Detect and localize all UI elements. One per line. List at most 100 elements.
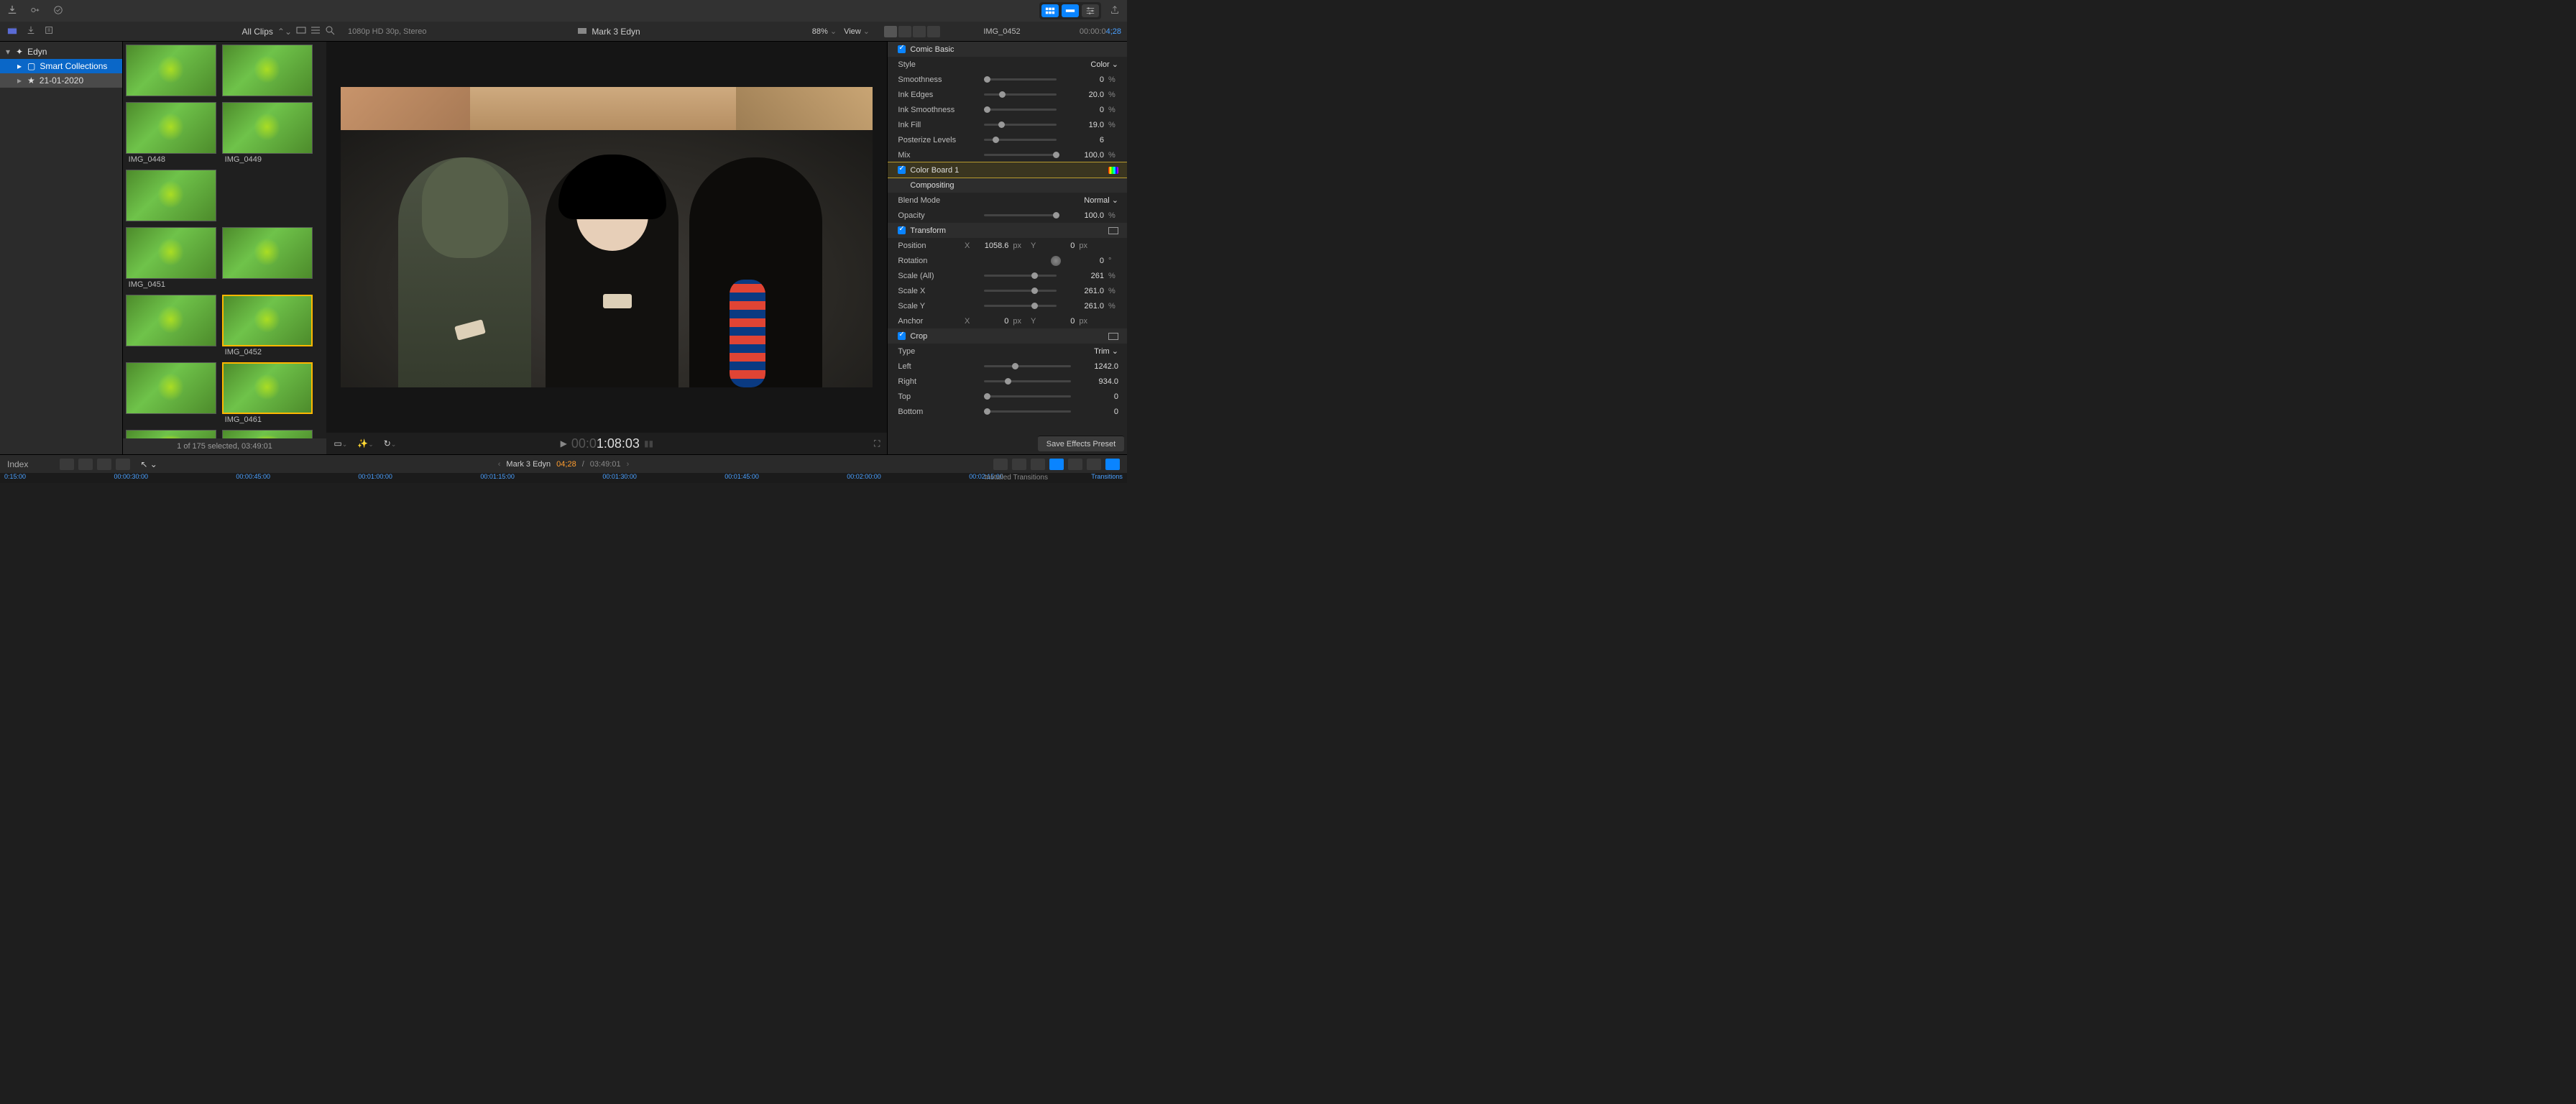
clip-thumbnail[interactable]: [222, 45, 313, 96]
clip-thumbnail[interactable]: [222, 227, 313, 279]
clapperboard-icon[interactable]: [7, 25, 17, 37]
workspace-switcher[interactable]: [1039, 2, 1101, 19]
crop-top-slider[interactable]: [984, 395, 1071, 397]
timeline-ruler[interactable]: 0:15:00 00:00:30:00 00:00:45:00 00:01:00…: [0, 473, 1127, 483]
onscreen-controls-icon[interactable]: [1108, 227, 1118, 234]
audio-inspector-tab[interactable]: [913, 26, 926, 37]
param-value[interactable]: 0: [1080, 392, 1118, 401]
scale-y-slider[interactable]: [984, 305, 1057, 307]
section-enable-checkbox[interactable]: [898, 226, 906, 234]
disclosure-triangle-icon[interactable]: ▾: [6, 47, 12, 57]
anchor-x-value[interactable]: 0: [974, 317, 1008, 326]
import-icon[interactable]: [26, 25, 36, 37]
style-dropdown[interactable]: Color ⌄: [1090, 60, 1118, 69]
clip-thumbnail[interactable]: [126, 102, 216, 154]
clip-thumbnail[interactable]: [222, 362, 313, 414]
view-dropdown[interactable]: View ⌄: [844, 27, 870, 36]
onscreen-controls-icon[interactable]: [1108, 333, 1118, 340]
save-effects-preset-button[interactable]: Save Effects Preset: [1038, 436, 1124, 451]
mix-slider[interactable]: [984, 154, 1057, 156]
color-inspector-tab[interactable]: [898, 26, 911, 37]
clip-thumbnail[interactable]: [126, 295, 216, 346]
crop-section[interactable]: Crop: [888, 328, 1127, 344]
clip-thumbnail[interactable]: [126, 45, 216, 96]
viewer-canvas[interactable]: [326, 42, 887, 433]
skimming-icon[interactable]: [993, 459, 1008, 470]
library-root[interactable]: ▾ ✦ Edyn: [0, 45, 122, 59]
audio-skim-icon[interactable]: [1012, 459, 1026, 470]
play-button[interactable]: ▶: [561, 438, 567, 448]
transitions-label[interactable]: Installed Transitions: [985, 474, 1048, 482]
filmstrip-view-icon[interactable]: [296, 25, 306, 37]
effect-section-comic-basic[interactable]: Comic Basic: [888, 42, 1127, 57]
rotation-dial[interactable]: [1051, 256, 1061, 266]
blend-mode-dropdown[interactable]: Normal ⌄: [1084, 196, 1118, 205]
transitions-browser-icon[interactable]: [1105, 459, 1120, 470]
fullscreen-icon[interactable]: ⛶: [874, 438, 880, 449]
param-value[interactable]: 6: [1065, 136, 1104, 144]
transform-section[interactable]: Transform: [888, 223, 1127, 238]
select-tool-icon[interactable]: ↖ ⌄: [140, 459, 157, 469]
position-y-value[interactable]: 0: [1040, 242, 1075, 250]
search-icon[interactable]: [325, 25, 335, 37]
param-value[interactable]: 261: [1065, 272, 1104, 280]
clip-filter-dropdown[interactable]: All Clips: [242, 27, 273, 37]
list-view-icon[interactable]: [310, 25, 321, 37]
section-enable-checkbox[interactable]: [898, 332, 906, 340]
ink-fill-slider[interactable]: [984, 124, 1057, 126]
crop-type-dropdown[interactable]: Trim ⌄: [1094, 346, 1118, 356]
solo-icon[interactable]: [1031, 459, 1045, 470]
timeline-view-icon[interactable]: [1068, 459, 1082, 470]
connect-tool-icon[interactable]: [116, 459, 130, 470]
clip-thumbnail[interactable]: [126, 362, 216, 414]
opacity-slider[interactable]: [984, 214, 1057, 216]
param-value[interactable]: 0: [1065, 75, 1104, 84]
effect-section-color-board[interactable]: Color Board 1: [888, 162, 1127, 178]
check-circle-icon[interactable]: [53, 5, 63, 17]
param-value[interactable]: 1242.0: [1080, 362, 1118, 371]
clip-thumbnail[interactable]: [126, 227, 216, 279]
disclosure-triangle-icon[interactable]: ▸: [17, 75, 23, 86]
clip-thumbnail[interactable]: [222, 102, 313, 154]
crop-left-slider[interactable]: [984, 365, 1071, 367]
param-value[interactable]: 0: [1080, 408, 1118, 416]
zoom-dropdown[interactable]: 88% ⌄: [812, 27, 837, 36]
screen-layout-icon[interactable]: ▭⌄: [334, 438, 347, 448]
ink-smoothness-slider[interactable]: [984, 109, 1057, 111]
effects-browser-icon[interactable]: [1087, 459, 1101, 470]
keyword-icon[interactable]: [45, 25, 55, 37]
param-value[interactable]: 934.0: [1080, 377, 1118, 386]
scale-x-slider[interactable]: [984, 290, 1057, 292]
effect-enable-checkbox[interactable]: [898, 166, 906, 174]
color-board-icon[interactable]: [1108, 167, 1118, 174]
key-icon[interactable]: [30, 5, 40, 17]
append-tool-icon[interactable]: [78, 459, 93, 470]
crop-right-slider[interactable]: [984, 380, 1071, 382]
crop-bottom-slider[interactable]: [984, 410, 1071, 413]
smart-collections-item[interactable]: ▸ ▢ Smart Collections: [0, 59, 122, 73]
disclosure-triangle-icon[interactable]: ▸: [17, 61, 23, 71]
ink-edges-slider[interactable]: [984, 93, 1057, 96]
event-item[interactable]: ▸ ★ 21-01-2020: [0, 73, 122, 88]
clip-thumbnail[interactable]: [126, 170, 216, 221]
anchor-y-value[interactable]: 0: [1040, 317, 1075, 326]
download-icon[interactable]: [7, 5, 17, 17]
insert-tool-icon[interactable]: [60, 459, 74, 470]
index-button[interactable]: Index: [7, 459, 28, 469]
enhance-icon[interactable]: ✨⌄: [357, 438, 374, 448]
overwrite-tool-icon[interactable]: [97, 459, 111, 470]
param-value[interactable]: 0: [1065, 106, 1104, 114]
param-value[interactable]: 100.0: [1065, 211, 1104, 220]
param-value[interactable]: 261.0: [1065, 287, 1104, 295]
param-value[interactable]: 20.0: [1065, 91, 1104, 99]
chevron-updown-icon[interactable]: ⌃⌄: [277, 27, 292, 37]
param-value[interactable]: 0: [1065, 257, 1104, 265]
timeline-toggle-icon[interactable]: [1062, 4, 1079, 17]
retime-icon[interactable]: ↻⌄: [384, 438, 397, 448]
param-value[interactable]: 19.0: [1065, 121, 1104, 129]
smoothness-slider[interactable]: [984, 78, 1057, 80]
snapping-icon[interactable]: [1049, 459, 1064, 470]
position-x-value[interactable]: 1058.6: [974, 242, 1008, 250]
param-value[interactable]: 261.0: [1065, 302, 1104, 310]
browser-toggle-icon[interactable]: [1041, 4, 1059, 17]
